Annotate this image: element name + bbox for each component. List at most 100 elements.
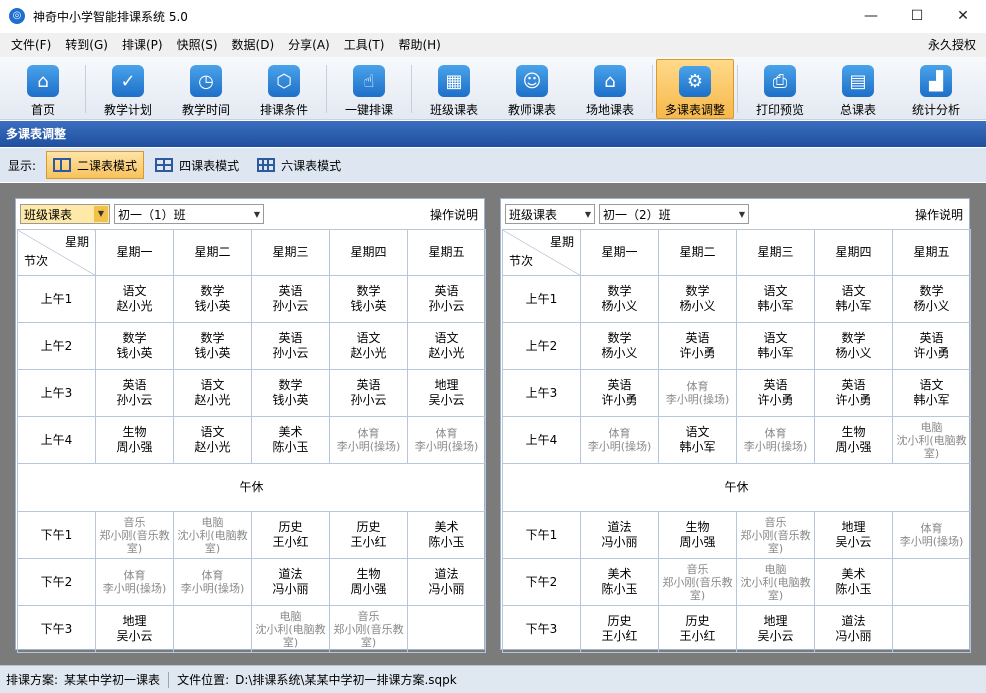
operation-help-link[interactable]: 操作说明 <box>430 206 478 223</box>
lesson-cell[interactable]: 英语 许小勇 <box>892 322 971 370</box>
schedule-type-select[interactable]: 班级课表 ▼ <box>505 204 595 224</box>
lesson-cell[interactable]: 英语 孙小云 <box>251 322 330 370</box>
toolbar-button-printer[interactable]: ⎙ 打印预览 <box>741 59 819 119</box>
lesson-cell[interactable]: 英语 孙小云 <box>251 275 330 323</box>
lesson-cell[interactable]: 体育 李小明(操场) <box>407 416 486 464</box>
lesson-cell[interactable]: 数学 钱小英 <box>251 369 330 417</box>
lesson-cell[interactable]: 体育 李小明(操场) <box>329 416 408 464</box>
lesson-cell[interactable]: 电脑 沈小利(电脑教室) <box>251 605 330 653</box>
lesson-cell[interactable]: 语文 赵小光 <box>95 275 174 323</box>
menu-help[interactable]: 帮助(H) <box>391 33 447 57</box>
minimize-button[interactable]: — <box>848 0 894 32</box>
lesson-cell[interactable]: 英语 孙小云 <box>407 275 486 323</box>
class-select[interactable]: 初一（1）班 ▼ <box>114 204 264 224</box>
lesson-cell[interactable]: 生物 周小强 <box>329 558 408 606</box>
lesson-cell[interactable]: 体育 李小明(操场) <box>95 558 174 606</box>
menu-tools[interactable]: 工具(T) <box>337 33 392 57</box>
lesson-cell[interactable]: 电脑 沈小利(电脑教室) <box>892 416 971 464</box>
lesson-cell[interactable]: 电脑 沈小利(电脑教室) <box>736 558 815 606</box>
lesson-cell[interactable]: 音乐 郑小刚(音乐教室) <box>658 558 737 606</box>
menu-snapshot[interactable]: 快照(S) <box>170 33 225 57</box>
toolbar-button-teacher-card[interactable]: ☺ 教师课表 <box>493 59 571 119</box>
lesson-cell[interactable] <box>407 605 486 653</box>
lesson-cell[interactable]: 历史 王小红 <box>251 511 330 559</box>
lesson-cell[interactable]: 数学 钱小英 <box>173 322 252 370</box>
lesson-cell[interactable]: 英语 许小勇 <box>814 369 893 417</box>
lesson-cell[interactable]: 语文 韩小军 <box>736 275 815 323</box>
lesson-cell[interactable]: 历史 王小红 <box>329 511 408 559</box>
lesson-cell[interactable]: 语文 韩小军 <box>892 369 971 417</box>
toolbar-button-home[interactable]: ⌂ 首页 <box>4 59 82 119</box>
lesson-cell[interactable]: 英语 许小勇 <box>736 369 815 417</box>
toolbar-button-cubes[interactable]: ⬡ 排课条件 <box>245 59 323 119</box>
operation-help-link[interactable]: 操作说明 <box>915 206 963 223</box>
lesson-cell[interactable] <box>173 605 252 653</box>
lesson-cell[interactable]: 生物 周小强 <box>814 416 893 464</box>
lesson-cell[interactable]: 语文 赵小光 <box>173 369 252 417</box>
lesson-cell[interactable]: 道法 冯小丽 <box>407 558 486 606</box>
toolbar-button-master-schedule[interactable]: ▤ 总课表 <box>819 59 897 119</box>
lesson-cell[interactable]: 语文 韩小军 <box>736 322 815 370</box>
lesson-cell[interactable]: 音乐 郑小刚(音乐教室) <box>329 605 408 653</box>
lesson-cell[interactable]: 语文 赵小光 <box>329 322 408 370</box>
lesson-cell[interactable]: 生物 周小强 <box>95 416 174 464</box>
toolbar-button-clipboard[interactable]: ✓ 教学计划 <box>89 59 167 119</box>
menu-goto[interactable]: 转到(G) <box>58 33 115 57</box>
lesson-cell[interactable]: 地理 吴小云 <box>407 369 486 417</box>
lesson-cell[interactable]: 数学 钱小英 <box>173 275 252 323</box>
lesson-cell[interactable]: 音乐 郑小刚(音乐教室) <box>736 511 815 559</box>
lesson-cell[interactable]: 英语 许小勇 <box>580 369 659 417</box>
lesson-cell[interactable]: 英语 孙小云 <box>329 369 408 417</box>
lesson-cell[interactable]: 语文 赵小光 <box>407 322 486 370</box>
lesson-cell[interactable]: 体育 李小明(操场) <box>173 558 252 606</box>
lesson-cell[interactable] <box>892 605 971 653</box>
lesson-cell[interactable]: 美术 陈小玉 <box>251 416 330 464</box>
two-schedule-mode-button[interactable]: 二课表模式 <box>46 151 145 179</box>
toolbar-button-multi-schedule[interactable]: ⚙ 多课表调整 <box>656 59 734 119</box>
lesson-cell[interactable]: 语文 韩小军 <box>658 416 737 464</box>
lesson-cell[interactable]: 音乐 郑小刚(音乐教室) <box>95 511 174 559</box>
menu-share[interactable]: 分享(A) <box>281 33 337 57</box>
four-schedule-mode-button[interactable]: 四课表模式 <box>148 151 246 179</box>
close-button[interactable]: ✕ <box>940 0 986 32</box>
menu-file[interactable]: 文件(F) <box>4 33 58 57</box>
toolbar-button-clock[interactable]: ◷ 教学时间 <box>167 59 245 119</box>
schedule-type-select[interactable]: 班级课表 ▼ <box>20 204 110 224</box>
lesson-cell[interactable]: 数学 钱小英 <box>329 275 408 323</box>
lesson-cell[interactable] <box>892 558 971 606</box>
lesson-cell[interactable]: 数学 杨小义 <box>580 275 659 323</box>
lesson-cell[interactable]: 地理 吴小云 <box>814 511 893 559</box>
lesson-cell[interactable]: 体育 李小明(操场) <box>736 416 815 464</box>
lesson-cell[interactable]: 美术 陈小玉 <box>580 558 659 606</box>
lesson-cell[interactable]: 语文 赵小光 <box>173 416 252 464</box>
lesson-cell[interactable]: 数学 杨小义 <box>580 322 659 370</box>
lesson-cell[interactable]: 美术 陈小玉 <box>407 511 486 559</box>
lesson-cell[interactable]: 语文 韩小军 <box>814 275 893 323</box>
maximize-button[interactable]: ☐ <box>894 0 940 32</box>
menu-schedule[interactable]: 排课(P) <box>115 33 170 57</box>
lesson-cell[interactable]: 数学 钱小英 <box>95 322 174 370</box>
lesson-cell[interactable]: 数学 杨小义 <box>814 322 893 370</box>
lesson-cell[interactable]: 英语 孙小云 <box>95 369 174 417</box>
lesson-cell[interactable]: 道法 冯小丽 <box>580 511 659 559</box>
class-select[interactable]: 初一（2）班 ▼ <box>599 204 749 224</box>
lesson-cell[interactable]: 历史 王小红 <box>658 605 737 653</box>
lesson-cell[interactable]: 电脑 沈小利(电脑教室) <box>173 511 252 559</box>
license-label[interactable]: 永久授权 <box>928 33 976 57</box>
lesson-cell[interactable]: 英语 许小勇 <box>658 322 737 370</box>
lesson-cell[interactable]: 体育 李小明(操场) <box>892 511 971 559</box>
lesson-cell[interactable]: 道法 冯小丽 <box>251 558 330 606</box>
lesson-cell[interactable]: 体育 李小明(操场) <box>658 369 737 417</box>
lesson-cell[interactable]: 历史 王小红 <box>580 605 659 653</box>
lesson-cell[interactable]: 生物 周小强 <box>658 511 737 559</box>
lesson-cell[interactable]: 数学 杨小义 <box>658 275 737 323</box>
lesson-cell[interactable]: 地理 吴小云 <box>95 605 174 653</box>
lesson-cell[interactable]: 道法 冯小丽 <box>814 605 893 653</box>
menu-data[interactable]: 数据(D) <box>225 33 282 57</box>
toolbar-button-building[interactable]: ⌂ 场地课表 <box>571 59 649 119</box>
lesson-cell[interactable]: 地理 吴小云 <box>736 605 815 653</box>
toolbar-button-pointer[interactable]: ☝ 一键排课 <box>330 59 408 119</box>
lesson-cell[interactable]: 体育 李小明(操场) <box>580 416 659 464</box>
toolbar-button-chart[interactable]: ▟ 统计分析 <box>897 59 975 119</box>
six-schedule-mode-button[interactable]: 六课表模式 <box>250 151 348 179</box>
